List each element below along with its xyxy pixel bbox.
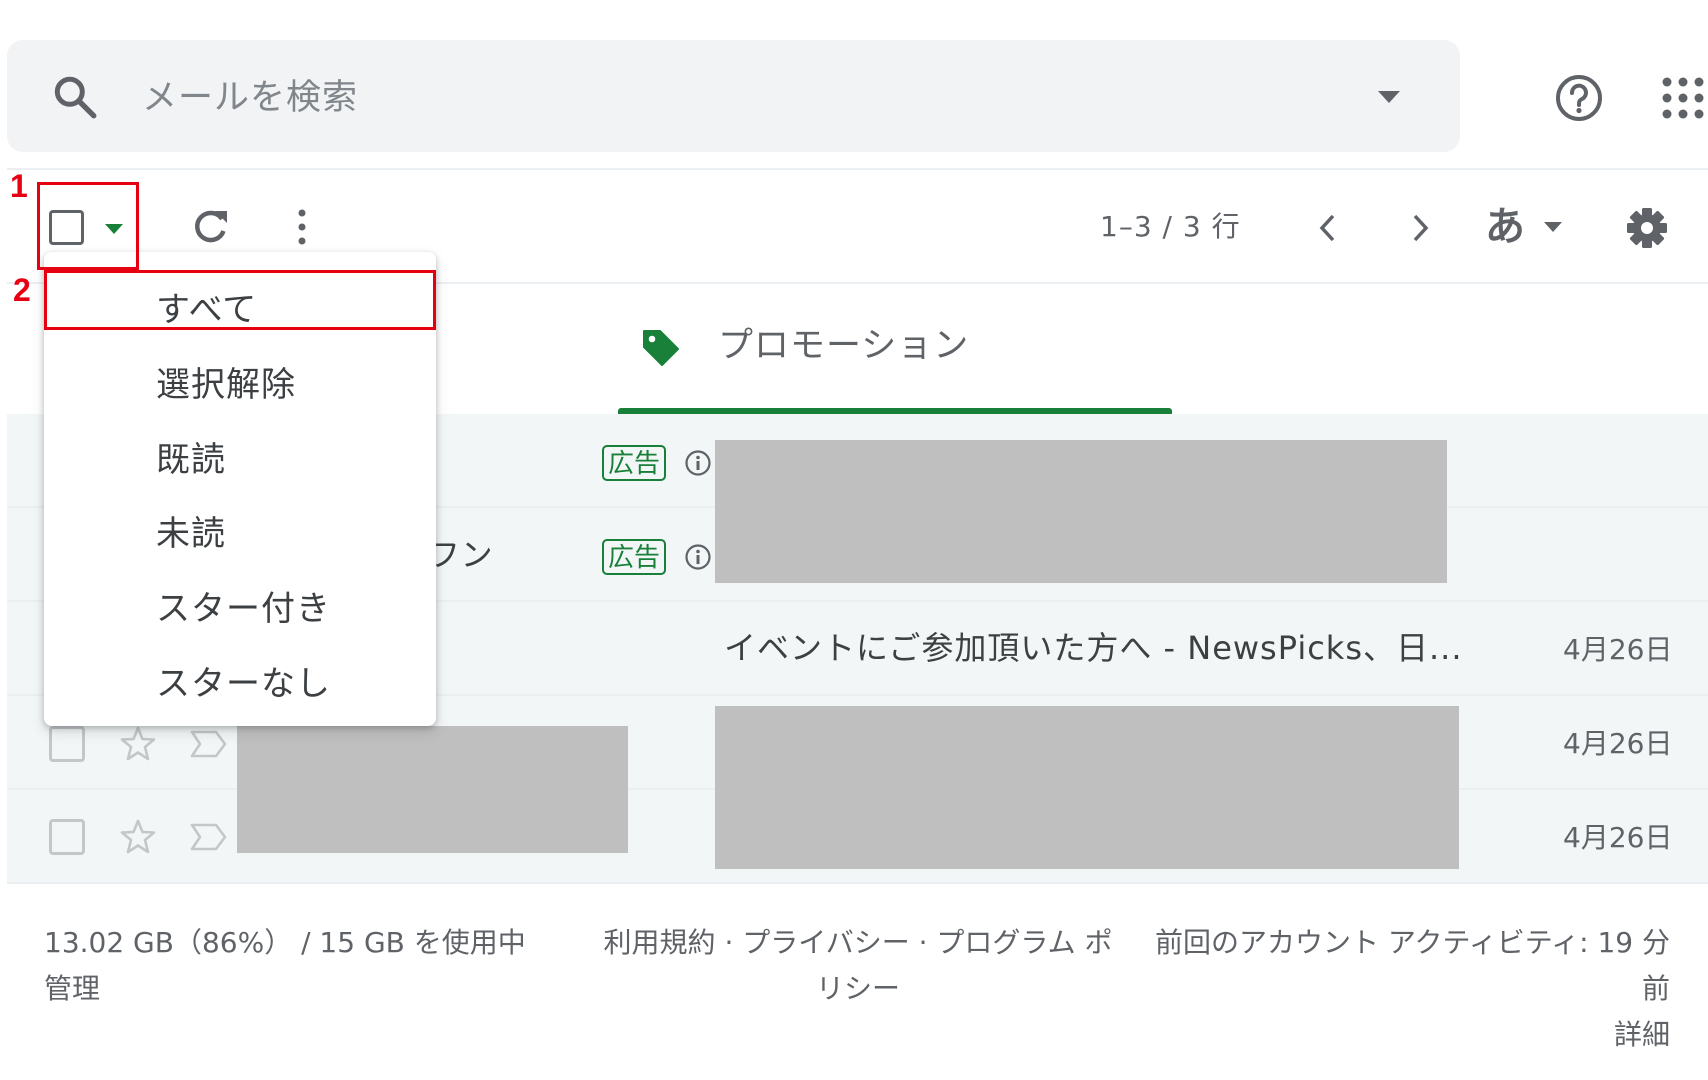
ad-badge: 広告 — [602, 539, 667, 575]
importance-marker-icon[interactable] — [188, 728, 228, 760]
annotation-highlight-box-2 — [44, 270, 436, 330]
activity-details-link[interactable]: 詳細 — [1140, 1012, 1670, 1058]
tag-icon[interactable] — [640, 327, 682, 369]
input-tools-caret-icon[interactable] — [1542, 220, 1564, 234]
more-vert-icon[interactable] — [287, 205, 317, 249]
privacy-link[interactable]: プライバシー — [742, 926, 909, 959]
manage-storage-link[interactable]: 管理 — [44, 966, 100, 1012]
info-icon[interactable] — [684, 543, 712, 571]
menu-item-label: 選択解除 — [156, 365, 296, 405]
apps-grid-icon[interactable] — [1660, 75, 1708, 123]
star-icon[interactable] — [118, 817, 158, 857]
row-checkbox[interactable] — [49, 726, 85, 762]
header-divider — [7, 168, 1708, 170]
footer-separator: · — [724, 926, 734, 959]
menu-item-label: スターなし — [156, 664, 331, 704]
redacted-region — [237, 726, 628, 853]
info-icon[interactable] — [684, 449, 712, 477]
menu-item-label: スター付き — [156, 589, 331, 629]
email-sender: フン — [428, 536, 493, 574]
menu-item-read[interactable]: 既読 — [44, 424, 436, 498]
refresh-icon[interactable] — [188, 205, 232, 249]
star-icon[interactable] — [118, 724, 158, 764]
redacted-region — [715, 440, 1447, 583]
menu-item-unread[interactable]: 未読 — [44, 498, 436, 572]
storage-usage: 13.02 GB（86%） / 15 GB を使用中 — [44, 926, 526, 959]
search-input[interactable]: メールを検索 — [142, 76, 358, 120]
footer-separator: · — [918, 926, 928, 959]
ad-badge: 広告 — [602, 445, 667, 481]
menu-item-none[interactable]: 選択解除 — [44, 349, 436, 423]
menu-item-unstarred[interactable]: スターなし — [44, 648, 436, 722]
help-icon[interactable] — [1553, 72, 1605, 124]
row-checkbox[interactable] — [49, 819, 85, 855]
chevron-right-icon[interactable] — [1405, 210, 1435, 246]
redacted-region — [715, 706, 1459, 869]
menu-item-label: 既読 — [156, 440, 226, 480]
tab-promotions[interactable]: プロモーション — [718, 322, 969, 370]
email-subject: イベントにご参加頂いた方へ - NewsPicks、日... — [724, 629, 1463, 667]
importance-marker-icon[interactable] — [188, 821, 228, 853]
input-tools-button[interactable]: あ — [1485, 200, 1525, 254]
pagination-count: 1–3 / 3 行 — [1100, 210, 1241, 243]
chevron-left-icon[interactable] — [1313, 210, 1343, 246]
terms-link[interactable]: 利用規約 — [604, 926, 716, 959]
program-policy-link[interactable]: プログラム ポ — [936, 926, 1112, 959]
annotation-step-1: 1 — [10, 168, 28, 204]
search-options-caret-icon[interactable] — [1374, 86, 1404, 108]
email-date: 4月26日 — [1563, 633, 1673, 666]
program-policy-link-continued[interactable]: リシー — [598, 966, 1118, 1012]
annotation-step-2: 2 — [13, 272, 31, 308]
menu-item-label: 未読 — [156, 514, 226, 554]
annotation-highlight-box-1 — [37, 182, 139, 270]
settings-gear-icon[interactable] — [1625, 206, 1669, 250]
menu-item-starred[interactable]: スター付き — [44, 573, 436, 647]
last-activity: 前回のアカウント アクティビティ: 19 分 — [1154, 926, 1670, 959]
footer-links: 利用規約 · プライバシー · プログラム ポ — [598, 920, 1118, 966]
email-date: 4月26日 — [1563, 727, 1673, 760]
search-icon[interactable] — [50, 72, 100, 122]
last-activity-continued: 前 — [1641, 972, 1670, 1005]
email-date: 4月26日 — [1563, 821, 1673, 854]
